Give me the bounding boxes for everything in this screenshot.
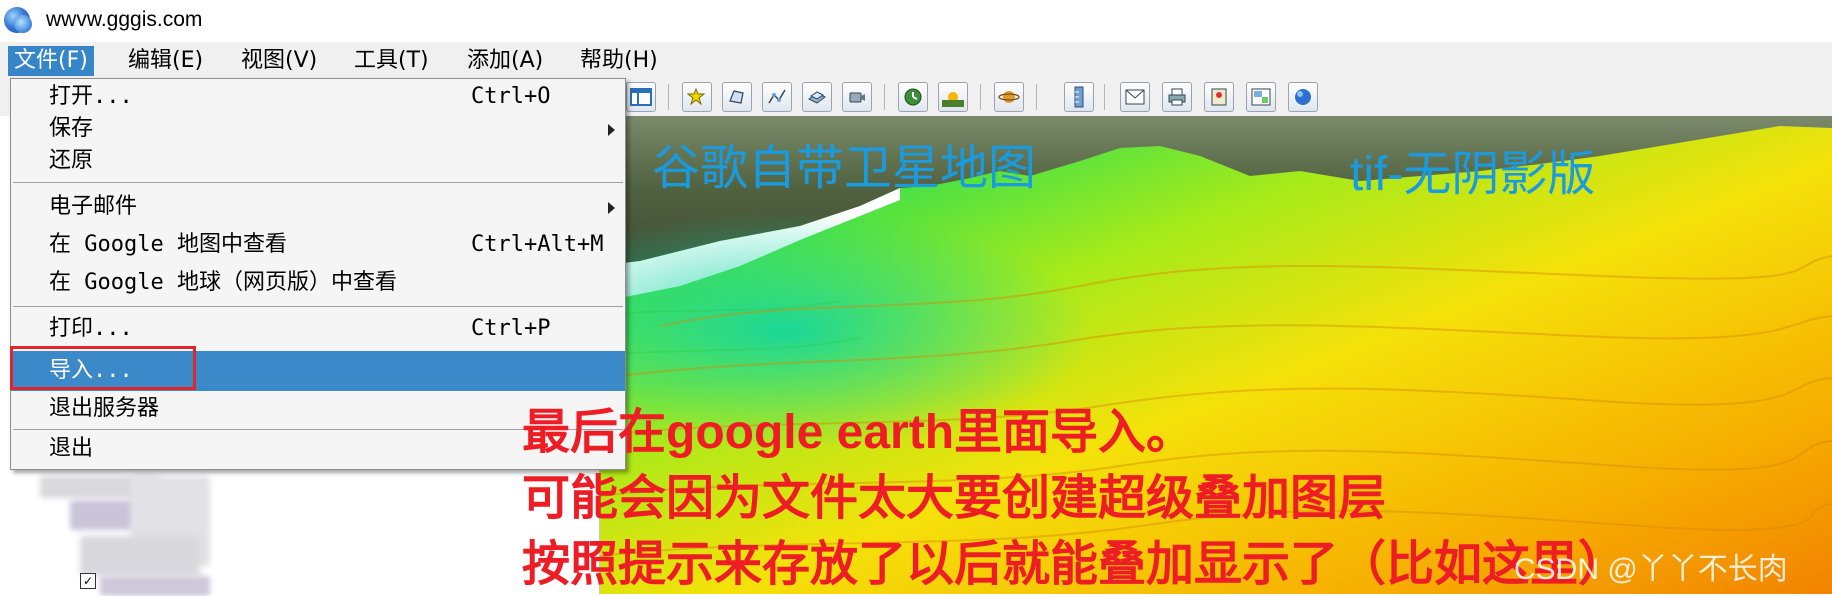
add-polygon-icon[interactable] bbox=[722, 82, 752, 112]
menu-item-label: 退出 bbox=[49, 436, 94, 461]
menu-tools[interactable]: 工具(T) bbox=[348, 46, 435, 76]
layer-checkbox[interactable]: ✓ bbox=[80, 573, 96, 589]
google-earth-app-icon bbox=[4, 7, 32, 33]
historical-imagery-icon[interactable] bbox=[898, 82, 928, 112]
menu-item-view-in-google-earth-web[interactable]: 在 Google 地球（网页版）中查看 bbox=[11, 265, 625, 301]
menu-item-label: 在 Google 地球（网页版）中查看 bbox=[49, 270, 397, 295]
menu-item-revert[interactable]: 还原 bbox=[11, 143, 625, 179]
menu-item-label: 电子邮件 bbox=[49, 194, 138, 219]
add-placemark-icon[interactable] bbox=[682, 82, 712, 112]
submenu-arrow-icon bbox=[608, 202, 615, 214]
submenu-arrow-icon bbox=[608, 124, 615, 136]
annotation-satellite-label: 谷歌自带卫星地图 bbox=[652, 142, 1037, 195]
menu-item-label: 保存 bbox=[49, 116, 94, 141]
import-highlight-box bbox=[10, 346, 196, 390]
menu-item-email[interactable]: 电子邮件 bbox=[11, 189, 625, 225]
menu-item-label: 还原 bbox=[49, 148, 94, 173]
menu-item-view-in-google-maps[interactable]: 在 Google 地图中查看 Ctrl+Alt+M bbox=[11, 227, 625, 263]
add-path-icon[interactable] bbox=[762, 82, 792, 112]
sunlight-icon[interactable] bbox=[938, 82, 968, 112]
menu-bar: 文件(F) 编辑(E) 视图(V) 工具(T) 添加(A) 帮助(H) bbox=[0, 42, 1832, 78]
planets-icon[interactable] bbox=[994, 82, 1024, 112]
menu-item-label: 打印... bbox=[49, 316, 133, 341]
menu-view[interactable]: 视图(V) bbox=[235, 46, 323, 76]
menu-edit[interactable]: 编辑(E) bbox=[122, 46, 209, 76]
menu-separator bbox=[13, 306, 623, 307]
menu-item-open[interactable]: 打开... Ctrl+O bbox=[11, 79, 625, 115]
menu-file[interactable]: 文件(F) bbox=[8, 46, 94, 76]
annotation-instruction-1: 最后在google earth里面导入。 bbox=[522, 406, 1195, 459]
menu-add[interactable]: 添加(A) bbox=[461, 46, 549, 76]
save-image-icon[interactable] bbox=[1246, 82, 1276, 112]
menu-help[interactable]: 帮助(H) bbox=[574, 46, 664, 76]
menu-item-shortcut: Ctrl+O bbox=[471, 84, 551, 109]
menu-item-label: 打开... bbox=[49, 84, 133, 109]
print-icon[interactable] bbox=[1162, 82, 1192, 112]
view-in-google-maps-icon[interactable] bbox=[1204, 82, 1234, 112]
title-bar: wwvw.gggis.com bbox=[0, 0, 1832, 42]
add-image-overlay-icon[interactable] bbox=[802, 82, 832, 112]
menu-separator bbox=[13, 182, 623, 183]
menu-item-label: 退出服务器 bbox=[49, 396, 160, 421]
menu-item-print[interactable]: 打印... Ctrl+P bbox=[11, 311, 625, 347]
menu-item-label: 在 Google 地图中查看 bbox=[49, 232, 287, 257]
watermark: CSDN @丫丫不长肉 bbox=[1514, 553, 1788, 586]
menu-item-shortcut: Ctrl+P bbox=[471, 316, 551, 341]
annotation-tif-label: tif-无阴影版 bbox=[1350, 148, 1596, 201]
menu-item-save[interactable]: 保存 bbox=[11, 111, 625, 147]
earth-icon[interactable] bbox=[1288, 82, 1318, 112]
menu-item-shortcut: Ctrl+Alt+M bbox=[471, 232, 604, 257]
record-tour-icon[interactable] bbox=[842, 82, 872, 112]
layout-icon[interactable] bbox=[626, 82, 656, 112]
ruler-icon[interactable] bbox=[1064, 82, 1094, 112]
annotation-instruction-2: 可能会因为文件太大要创建超级叠加图层 bbox=[522, 472, 1387, 525]
email-icon[interactable] bbox=[1120, 82, 1150, 112]
annotation-instruction-3: 按照提示来存放了以后就能叠加显示了（比如这里） bbox=[522, 538, 1627, 591]
window-title: wwvw.gggis.com bbox=[46, 8, 203, 31]
